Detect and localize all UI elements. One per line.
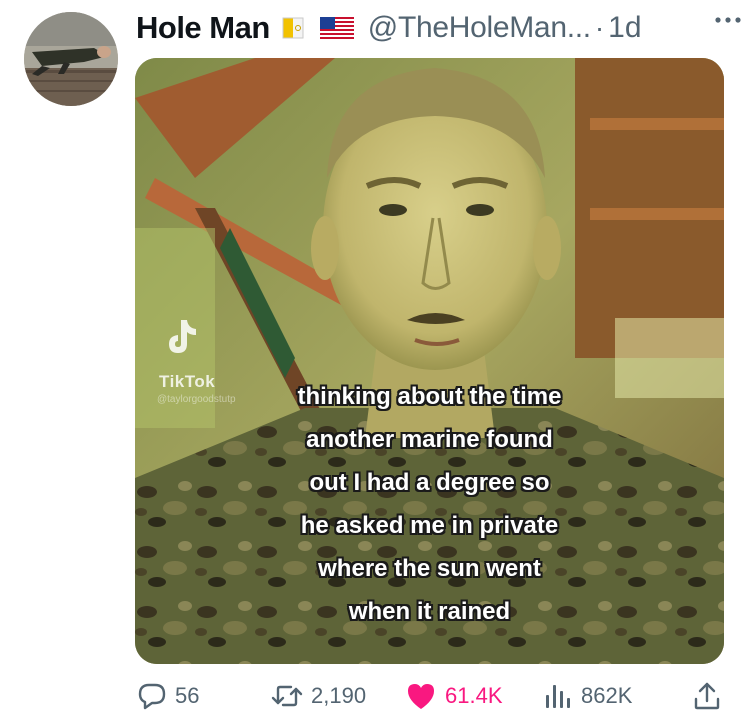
display-name[interactable]: Hole Man [136, 10, 270, 46]
video-caption: thinking about the time another marine f… [135, 382, 724, 640]
caption-line: out I had a degree so [309, 469, 550, 496]
share-icon [694, 682, 720, 710]
caption-line: another marine found [306, 426, 553, 453]
retweet-icon [271, 685, 303, 707]
caption-line: where the sun went [318, 555, 541, 582]
us-flag-icon [319, 17, 354, 39]
caption-line: he asked me in private [300, 512, 559, 539]
reply-icon [138, 683, 166, 710]
caption-line: thinking about the time [297, 383, 562, 410]
reply-count: 56 [175, 683, 200, 708]
caption-line: when it rained [348, 598, 511, 625]
avatar-image [24, 12, 118, 106]
share-button[interactable] [693, 676, 729, 716]
retweet-count: 2,190 [311, 683, 367, 708]
like-button[interactable]: 61.4K [405, 676, 503, 716]
like-count: 61.4K [445, 683, 503, 708]
tweet-media[interactable]: TikTok @taylorgoodstutp thinking about t… [135, 58, 724, 664]
tweet: Hole Man @TheHoleMan... · 1d TikTok @tay… [0, 0, 750, 719]
view-count: 862K [581, 683, 633, 708]
handle[interactable]: @TheHoleMan... [368, 11, 591, 45]
retweet-button[interactable]: 2,190 [271, 676, 366, 716]
tweet-header: Hole Man @TheHoleMan... · 1d [136, 8, 740, 48]
analytics-icon [546, 685, 570, 708]
tiktok-logo-icon [165, 318, 199, 361]
separator-dot: · [594, 12, 605, 43]
reply-button[interactable]: 56 [137, 676, 199, 716]
timestamp[interactable]: 1d [608, 11, 641, 45]
action-bar: 56 2,190 61.4K 862K [135, 676, 725, 716]
views-button[interactable]: 862K [543, 676, 632, 716]
vatican-flag-icon [282, 17, 304, 39]
more-options-icon[interactable] [714, 10, 742, 30]
heart-icon [408, 684, 434, 709]
avatar[interactable] [24, 12, 118, 106]
